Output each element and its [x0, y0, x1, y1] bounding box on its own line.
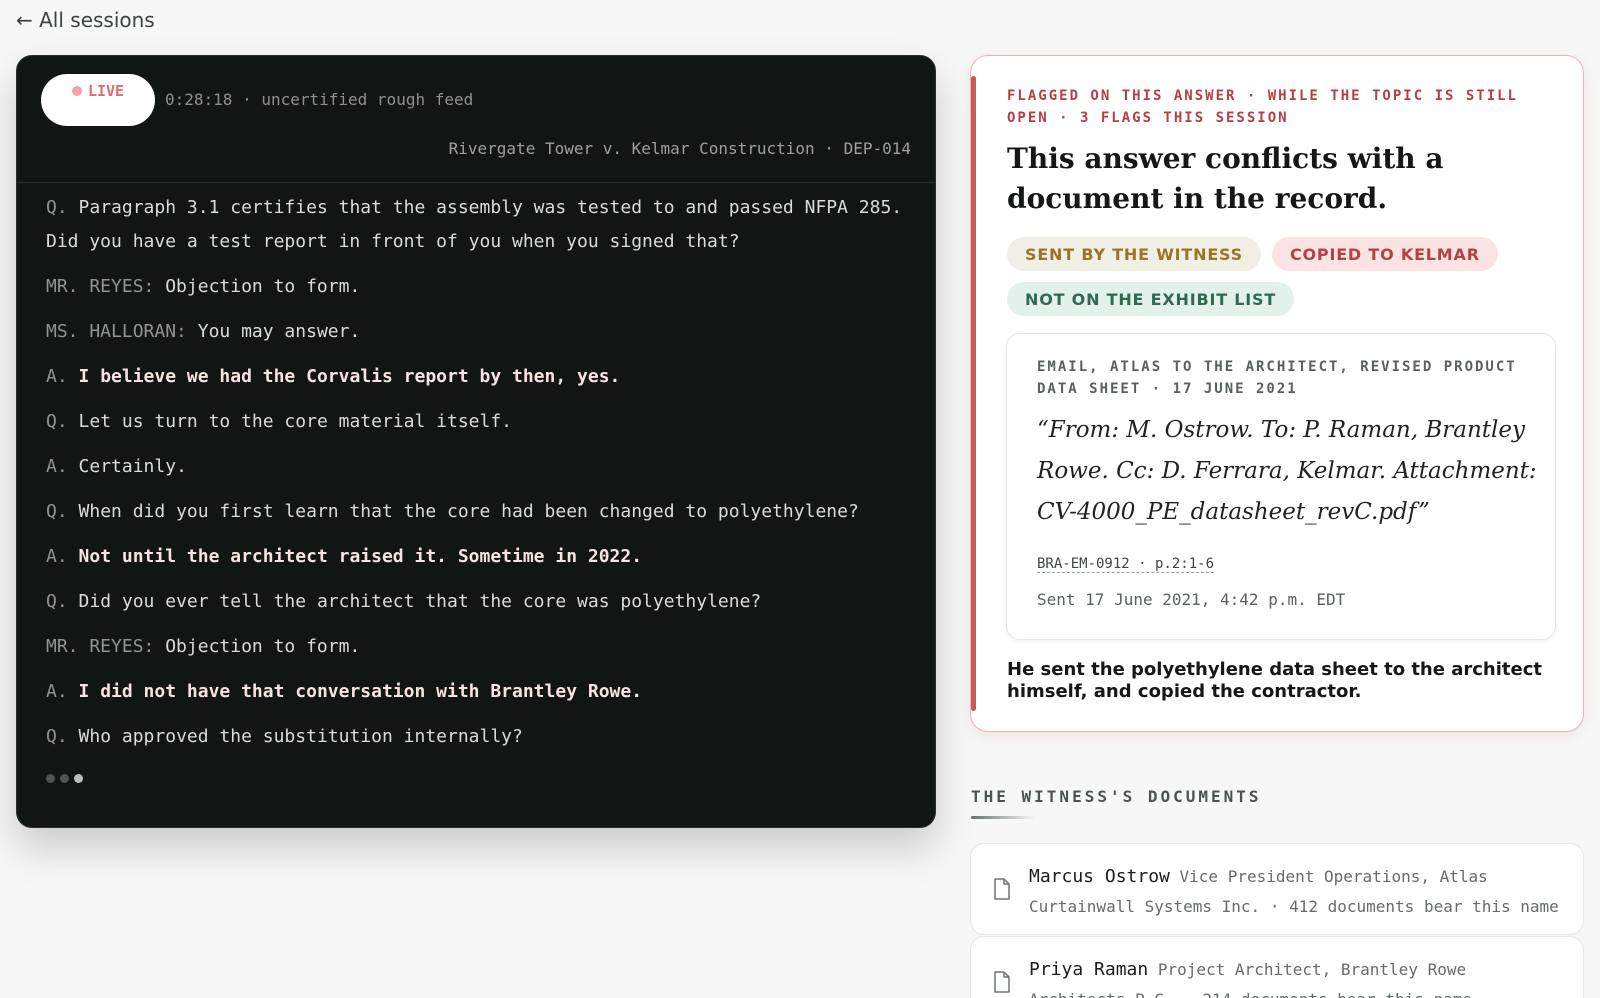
typing-dot-icon	[74, 774, 83, 783]
line-text: Paragraph 3.1 certifies that the assembl…	[46, 197, 903, 252]
transcript-line: A. Certainly.	[46, 450, 907, 484]
conflict-flag-card: FLAGGED ON THIS ANSWER · WHILE THE TOPIC…	[970, 55, 1584, 732]
document-quote: “From: M. Ostrow. To: P. Raman, Brantley…	[1037, 417, 1537, 525]
transcript-line: MR. REYES: Objection to form.	[46, 630, 907, 664]
case-caption: Rivergate Tower v. Kelmar Construction ·…	[448, 139, 911, 158]
transcript-line: Q. Who approved the substitution interna…	[46, 720, 907, 754]
transcript-line: Q. When did you first learn that the cor…	[46, 495, 907, 529]
speaker-label: A.	[46, 546, 68, 567]
document-icon	[994, 971, 1010, 993]
typing-dot-icon	[46, 774, 55, 783]
line-text: When did you first learn that the core h…	[78, 501, 859, 522]
speaker-label: Q.	[46, 197, 68, 218]
document-icon	[994, 878, 1010, 900]
badge-copied-to-kelmar: COPIED TO KELMAR	[1271, 237, 1498, 271]
line-text: Objection to form.	[165, 636, 361, 657]
witness-document-text: Priya Raman Project Architect, Brantley …	[1029, 955, 1569, 998]
flag-eyebrow: FLAGGED ON THIS ANSWER · WHILE THE TOPIC…	[1007, 88, 1519, 126]
person-name: Priya Raman	[1029, 959, 1149, 980]
flag-badges: SENT BY THE WITNESS COPIED TO KELMAR NOT…	[1007, 237, 1567, 316]
conflicting-document[interactable]: EMAIL, ATLAS TO THE ARCHITECT, REVISED P…	[1006, 333, 1556, 640]
line-text: Objection to form.	[165, 276, 361, 297]
typing-dot-icon	[60, 774, 69, 783]
flag-accent-bar	[971, 76, 976, 711]
line-text: You may answer.	[197, 321, 361, 342]
speaker-label: A.	[46, 681, 68, 702]
live-transcript-panel: LIVE 0:28:18 · uncertified rough feed Ri…	[16, 55, 936, 828]
typing-indicator	[46, 774, 907, 783]
flag-summary: He sent the polyethylene data sheet to t…	[1007, 659, 1542, 702]
document-sent-time: Sent 17 June 2021, 4:42 p.m. EDT	[1037, 590, 1346, 609]
live-label: LIVE	[87, 82, 125, 100]
transcript-body: Q. Paragraph 3.1 certifies that the asse…	[17, 183, 935, 783]
line-text: I did not have that conversation with Br…	[78, 681, 643, 702]
person-name: Marcus Ostrow	[1029, 866, 1170, 887]
speaker-label: MR. REYES:	[46, 636, 155, 657]
speaker-label: Q.	[46, 591, 68, 612]
flag-title: This answer conflicts with a document in…	[1007, 142, 1444, 215]
transcript-line: MS. HALLORAN: You may answer.	[46, 315, 907, 349]
speaker-label: MR. REYES:	[46, 276, 155, 297]
back-to-sessions-link[interactable]: ← All sessions	[16, 8, 155, 32]
transcript-header: LIVE 0:28:18 · uncertified rough feed Ri…	[17, 56, 935, 183]
transcript-line: A. I believe we had the Corvalis report …	[46, 360, 907, 394]
witness-document-item[interactable]: Priya Raman Project Architect, Brantley …	[970, 936, 1584, 998]
speaker-label: Q.	[46, 726, 68, 747]
transcript-line: Q. Paragraph 3.1 certifies that the asse…	[46, 191, 907, 259]
timecode: 0:28:18 · uncertified rough feed	[165, 90, 474, 109]
witness-document-item[interactable]: Marcus Ostrow Vice President Operations,…	[970, 843, 1584, 935]
transcript-line: MR. REYES: Objection to form.	[46, 270, 907, 304]
transcript-line: Q. Did you ever tell the architect that …	[46, 585, 907, 619]
line-text: Did you ever tell the architect that the…	[78, 591, 762, 612]
speaker-label: Q.	[46, 411, 68, 432]
witness-documents-heading: THE WITNESS'S DOCUMENTS	[971, 787, 1262, 806]
badge-not-on-exhibit-list: NOT ON THE EXHIBIT LIST	[1007, 282, 1295, 316]
live-indicator: LIVE	[41, 74, 155, 126]
speaker-label: MS. HALLORAN:	[46, 321, 187, 342]
line-text: Let us turn to the core material itself.	[78, 411, 513, 432]
badge-sent-by-witness: SENT BY THE WITNESS	[1007, 237, 1261, 271]
transcript-line: A. Not until the architect raised it. So…	[46, 540, 907, 574]
document-bates-link[interactable]: BRA-EM-0912 · p.2:1-6	[1037, 556, 1215, 573]
live-dot-icon	[71, 86, 82, 96]
document-label: EMAIL, ATLAS TO THE ARCHITECT, REVISED P…	[1037, 359, 1517, 397]
speaker-label: A.	[46, 366, 68, 387]
transcript-line: Q. Let us turn to the core material itse…	[46, 405, 907, 439]
line-text: I believe we had the Corvalis report by …	[78, 366, 621, 387]
speaker-label: Q.	[46, 501, 68, 522]
speaker-label: A.	[46, 456, 68, 477]
line-text: Who approved the substitution internally…	[78, 726, 523, 747]
section-divider	[971, 816, 1035, 819]
line-text: Certainly.	[78, 456, 187, 477]
witness-document-text: Marcus Ostrow Vice President Operations,…	[1029, 862, 1569, 922]
transcript-line: A. I did not have that conversation with…	[46, 675, 907, 709]
line-text: Not until the architect raised it. Somet…	[78, 546, 643, 567]
